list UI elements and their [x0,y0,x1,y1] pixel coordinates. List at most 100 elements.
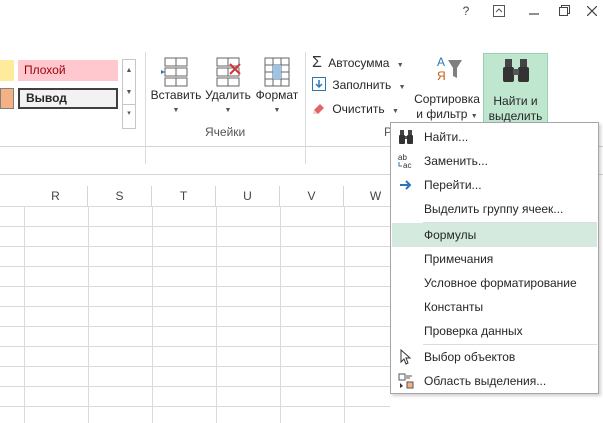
style-input-swatch[interactable] [0,88,14,109]
fill-down-icon [312,77,326,91]
group-separator [305,52,306,164]
style-neutral-swatch[interactable] [0,60,14,81]
menu-item-formulas[interactable]: Формулы [392,223,597,247]
column-line [344,206,345,423]
menu-item-label: Примечания [424,252,494,266]
sort-filter-button[interactable]: A Я Сортировка и фильтр ▼ [413,54,481,124]
format-caret-icon: ▼ [273,107,281,114]
column-header[interactable]: S [88,186,152,206]
row-line [0,266,390,267]
menu-item-find[interactable]: Найти... [392,125,597,149]
insert-button[interactable]: Вставить ▼ [149,56,203,118]
autosum-label: Автосумма [328,56,390,70]
sort-caret-icon: ▼ [470,113,478,120]
column-line [24,206,25,423]
sort-filter-icon: A Я [437,55,462,83]
format-cells-icon [264,57,290,87]
menu-item-label: Выделить группу ячеек... [424,202,564,216]
gallery-more-icon[interactable]: ▾ [123,104,135,123]
help-button[interactable]: ? [455,2,477,20]
close-icon [586,5,598,17]
minimize-button[interactable] [523,2,545,20]
row-line [0,386,390,387]
styles-gallery-scrollbar[interactable]: ▲ ▼ ▾ [122,59,136,129]
menu-item-label: Выбор объектов [424,350,516,364]
close-button[interactable] [581,2,603,20]
menu-item-label: Условное форматирование [424,276,577,290]
menu-item-label: Константы [424,300,484,314]
menu-item-selection-pane[interactable]: Область выделения... [392,369,597,393]
find-select-menu: Найти... ab ac Заменить... Перейти... Выд… [390,122,599,394]
menu-item-data-validation[interactable]: Проверка данных [392,319,597,343]
scroll-up-icon[interactable]: ▲ [123,60,135,82]
find-select-button[interactable]: Найти и выделить ▼ [483,53,548,137]
column-header[interactable]: T [152,186,216,206]
sigma-icon: Σ [312,54,322,71]
row-line [0,246,390,247]
ribbon-display-icon [493,5,505,17]
menu-item-goto-special[interactable]: Выделить группу ячеек... [392,197,597,221]
binoculars-icon [399,130,413,144]
svg-text:ac: ac [403,161,411,169]
svg-text:A: A [437,55,445,69]
find-label-line1: Найти и [493,94,538,108]
insert-label: Вставить [150,88,202,102]
sort-label-line2: и фильтр [416,107,468,121]
menu-item-label: Перейти... [424,178,482,192]
row-line [0,346,390,347]
style-bad[interactable]: Плохой [18,60,118,81]
column-header[interactable]: R [24,186,88,206]
row-line [0,206,390,207]
menu-item-label: Проверка данных [424,324,523,338]
fill-caret-icon: ▼ [398,84,406,91]
clear-button[interactable]: Очистить ▼ [312,99,399,119]
menu-item-comments[interactable]: Примечания [392,247,597,271]
insert-caret-icon: ▼ [172,107,180,114]
menu-item-constants[interactable]: Константы [392,295,597,319]
delete-label: Удалить [205,88,251,102]
minimize-icon [529,13,539,15]
restore-icon [558,5,570,16]
sort-label-line1: Сортировка [414,92,480,106]
column-header[interactable]: V [280,186,344,206]
column-line [216,206,217,423]
title-bar: ? [0,0,603,22]
insert-cells-icon [161,57,188,87]
menu-item-label: Найти... [424,130,469,144]
autosum-button[interactable]: Σ Автосумма ▼ [312,53,404,73]
format-label: Формат [255,88,299,102]
menu-item-label: Формулы [424,228,477,242]
fill-button[interactable]: Заполнить ▼ [312,75,406,95]
column-line [152,206,153,423]
autosum-caret-icon: ▼ [396,62,404,69]
binoculars-icon [503,59,529,82]
style-output[interactable]: Вывод [18,88,118,109]
eraser-icon [313,104,324,114]
scroll-down-icon[interactable]: ▼ [123,82,135,104]
restore-button[interactable] [553,2,575,20]
clear-caret-icon: ▼ [391,108,399,115]
cells-group-label: Ячейки [205,125,246,139]
arrow-right-icon [400,180,412,190]
delete-button[interactable]: Удалить ▼ [203,56,253,118]
format-button[interactable]: Формат ▼ [252,56,302,118]
row-line [0,326,390,327]
clear-label: Очистить [332,102,385,116]
row-line [0,286,390,287]
svg-text:Я: Я [437,69,446,83]
selection-pane-icon [398,373,414,389]
menu-item-select-objects[interactable]: Выбор объектов [392,345,597,369]
menu-item-replace[interactable]: ab ac Заменить... [392,149,597,173]
menu-item-conditional-formatting[interactable]: Условное форматирование [392,271,597,295]
menu-item-label: Заменить... [424,154,488,168]
ribbon-display-options-button[interactable] [488,2,510,20]
row-line [0,226,390,227]
menu-item-goto[interactable]: Перейти... [392,173,597,197]
column-header[interactable]: U [216,186,280,206]
row-line [0,366,390,367]
delete-caret-icon: ▼ [224,107,232,114]
column-line [88,206,89,423]
worksheet-grid[interactable] [0,186,390,423]
row-line [0,306,390,307]
delete-cells-icon [216,57,241,87]
